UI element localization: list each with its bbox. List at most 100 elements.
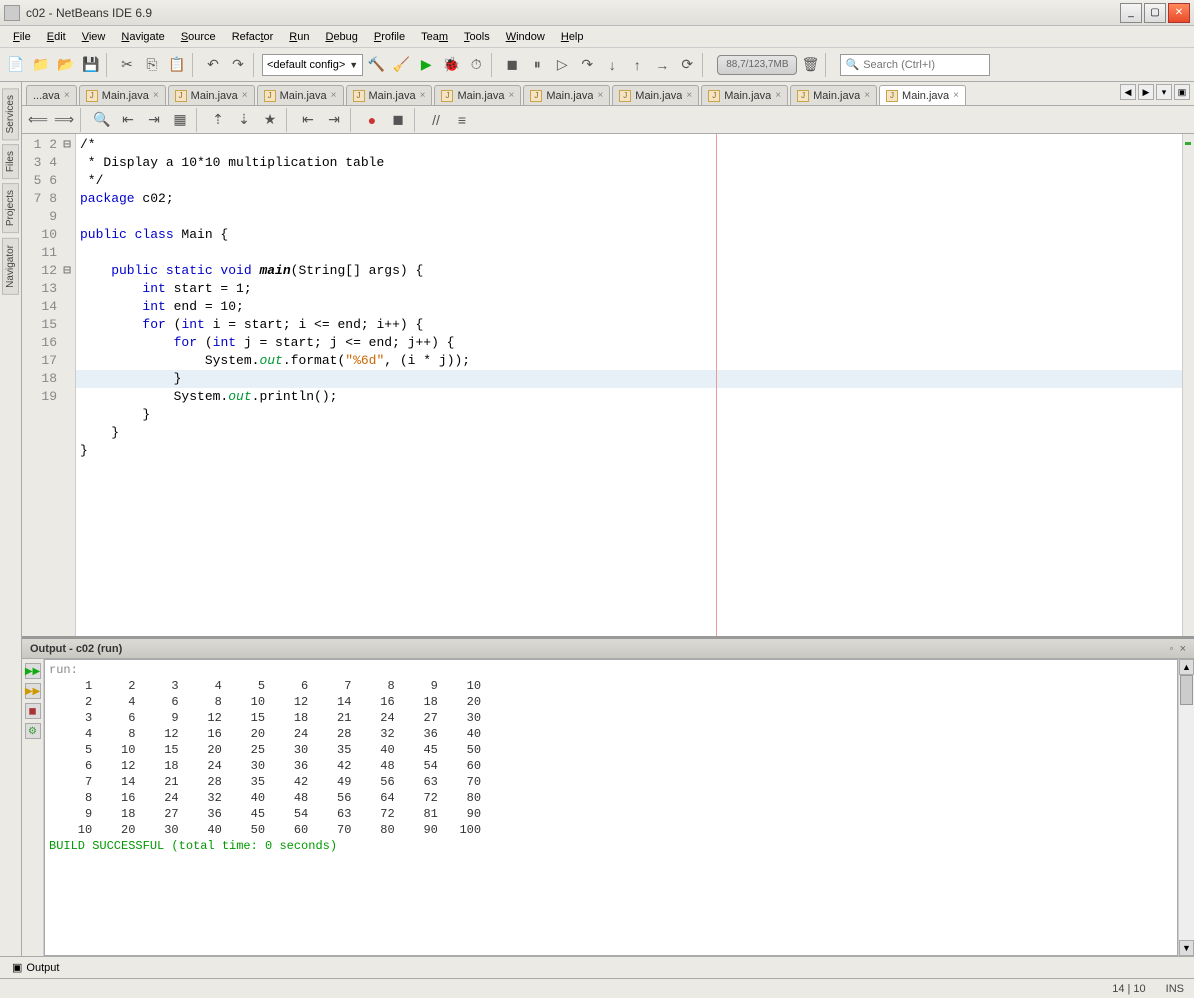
- step-into-button[interactable]: ↓: [600, 53, 624, 77]
- menu-navigate[interactable]: Navigate: [114, 29, 171, 45]
- find-prev-button[interactable]: ⇤: [116, 108, 140, 132]
- macro-record-button[interactable]: ●: [360, 108, 384, 132]
- open-button[interactable]: 📂: [54, 53, 78, 77]
- scroll-down-icon[interactable]: ▼: [1179, 940, 1194, 956]
- code-editor[interactable]: 1 2 3 4 5 6 7 8 9 10 11 12 13 14 15 16 1…: [22, 134, 1194, 636]
- redo-button[interactable]: ↷: [226, 53, 250, 77]
- menu-help[interactable]: Help: [554, 29, 591, 45]
- tab-list-button[interactable]: ▾: [1156, 84, 1172, 100]
- close-icon[interactable]: ×: [686, 90, 692, 101]
- prev-bookmark-button[interactable]: ⇡: [206, 108, 230, 132]
- quick-search[interactable]: 🔍: [840, 54, 990, 76]
- file-tab-overflow[interactable]: ...ava ×: [26, 85, 77, 105]
- toggle-highlight-button[interactable]: ▦: [168, 108, 192, 132]
- bottom-tab-output[interactable]: ▣ Output: [6, 959, 65, 976]
- find-selection-button[interactable]: 🔍: [90, 108, 114, 132]
- uncomment-button[interactable]: ≡: [450, 108, 474, 132]
- run-button[interactable]: ▶: [414, 53, 438, 77]
- close-icon[interactable]: ×: [153, 90, 159, 101]
- output-minimize-icon[interactable]: ◦: [1170, 643, 1174, 655]
- search-input[interactable]: [863, 59, 985, 71]
- stop-button[interactable]: ◼: [25, 703, 41, 719]
- maximize-editor-button[interactable]: ▣: [1174, 84, 1190, 100]
- nav-back-button[interactable]: ⟸: [26, 108, 50, 132]
- rerun-button[interactable]: ▶▶: [25, 663, 41, 679]
- output-console[interactable]: run: 1 2 3 4 5 6 7 8 9 10 2 4 6 8 10 12 …: [44, 659, 1178, 956]
- output-close-icon[interactable]: ×: [1180, 643, 1186, 655]
- step-over-button[interactable]: ↷: [575, 53, 599, 77]
- close-icon[interactable]: ×: [331, 90, 337, 101]
- settings-button[interactable]: ⚙: [25, 723, 41, 739]
- debug-continue-button[interactable]: ▷: [550, 53, 574, 77]
- run-to-cursor-button[interactable]: →: [650, 53, 674, 77]
- menu-debug[interactable]: Debug: [318, 29, 364, 45]
- maximize-button[interactable]: ▢: [1144, 3, 1166, 23]
- dock-tab-navigator[interactable]: Navigator: [2, 238, 19, 295]
- close-icon[interactable]: ×: [775, 90, 781, 101]
- rerun-alt-button[interactable]: ▶▶: [25, 683, 41, 699]
- code-area[interactable]: /* * Display a 10*10 multiplication tabl…: [76, 134, 1182, 636]
- menu-edit[interactable]: Edit: [40, 29, 73, 45]
- file-tab[interactable]: JMain.java×: [79, 85, 166, 105]
- fold-icon[interactable]: ⊟: [62, 136, 72, 154]
- menu-view[interactable]: View: [75, 29, 113, 45]
- menu-refactor[interactable]: Refactor: [225, 29, 281, 45]
- tab-scroll-left-button[interactable]: ◀: [1120, 84, 1136, 100]
- new-file-button[interactable]: 📄: [4, 53, 28, 77]
- file-tab[interactable]: JMain.java×: [346, 85, 433, 105]
- config-combo[interactable]: <default config> ▼: [262, 54, 363, 76]
- file-tab[interactable]: JMain.java×: [434, 85, 521, 105]
- debug-stop-button[interactable]: ◼: [500, 53, 524, 77]
- build-button[interactable]: 🔨: [364, 53, 388, 77]
- gc-button[interactable]: 🗑: [798, 53, 822, 77]
- close-icon[interactable]: ×: [953, 90, 959, 101]
- menu-file[interactable]: File: [6, 29, 38, 45]
- close-icon[interactable]: ×: [420, 90, 426, 101]
- cut-button[interactable]: ✂: [115, 53, 139, 77]
- menu-source[interactable]: Source: [174, 29, 223, 45]
- menu-tools[interactable]: Tools: [457, 29, 497, 45]
- minimize-button[interactable]: _: [1120, 3, 1142, 23]
- shift-left-button[interactable]: ⇤: [296, 108, 320, 132]
- menu-window[interactable]: Window: [499, 29, 552, 45]
- close-icon[interactable]: ×: [64, 90, 70, 101]
- close-icon[interactable]: ×: [597, 90, 603, 101]
- dock-tab-services[interactable]: Services: [2, 88, 19, 140]
- copy-button[interactable]: ⎘: [140, 53, 164, 77]
- close-icon[interactable]: ×: [242, 90, 248, 101]
- paste-button[interactable]: 📋: [165, 53, 189, 77]
- next-bookmark-button[interactable]: ⇣: [232, 108, 256, 132]
- save-all-button[interactable]: 💾: [79, 53, 103, 77]
- nav-forward-button[interactable]: ⟹: [52, 108, 76, 132]
- file-tab[interactable]: JMain.java×: [257, 85, 344, 105]
- output-scrollbar[interactable]: ▲ ▼: [1178, 659, 1194, 956]
- output-titlebar[interactable]: Output - c02 (run) ◦ ×: [22, 639, 1194, 659]
- profile-button[interactable]: ⏱: [464, 53, 488, 77]
- undo-button[interactable]: ↶: [201, 53, 225, 77]
- close-icon[interactable]: ×: [509, 90, 515, 101]
- new-project-button[interactable]: 📁: [29, 53, 53, 77]
- file-tab[interactable]: JMain.java×: [879, 85, 966, 105]
- file-tab[interactable]: JMain.java×: [168, 85, 255, 105]
- menu-run[interactable]: Run: [282, 29, 316, 45]
- comment-button[interactable]: //: [424, 108, 448, 132]
- file-tab[interactable]: JMain.java×: [790, 85, 877, 105]
- apply-changes-button[interactable]: ⟳: [675, 53, 699, 77]
- menu-profile[interactable]: Profile: [367, 29, 412, 45]
- file-tab[interactable]: JMain.java×: [612, 85, 699, 105]
- find-next-button[interactable]: ⇥: [142, 108, 166, 132]
- dock-tab-projects[interactable]: Projects: [2, 183, 19, 233]
- tab-scroll-right-button[interactable]: ▶: [1138, 84, 1154, 100]
- debug-button[interactable]: 🐞: [439, 53, 463, 77]
- macro-stop-button[interactable]: ◼: [386, 108, 410, 132]
- menu-team[interactable]: Team: [414, 29, 455, 45]
- close-button[interactable]: ✕: [1168, 3, 1190, 23]
- memory-indicator[interactable]: 88,7/123,7MB: [717, 55, 797, 75]
- toggle-bookmark-button[interactable]: ★: [258, 108, 282, 132]
- step-out-button[interactable]: ↑: [625, 53, 649, 77]
- error-stripe[interactable]: [1182, 134, 1194, 636]
- debug-pause-button[interactable]: ⏸: [525, 53, 549, 77]
- file-tab[interactable]: JMain.java×: [523, 85, 610, 105]
- dock-tab-files[interactable]: Files: [2, 144, 19, 179]
- scroll-thumb[interactable]: [1180, 675, 1193, 705]
